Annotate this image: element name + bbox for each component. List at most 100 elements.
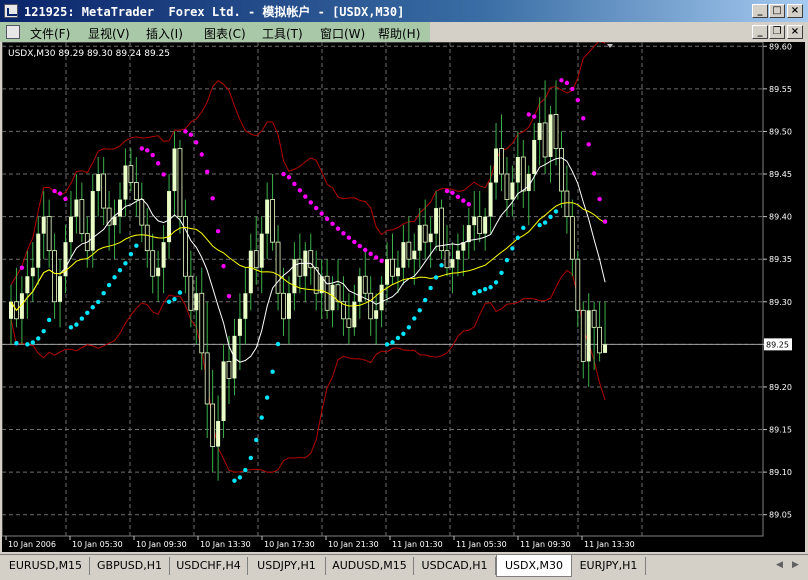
sar-dot [368, 251, 373, 256]
sar-dot [243, 467, 248, 473]
candle-body [281, 292, 286, 320]
menu-view[interactable]: 显视(V) [88, 25, 130, 42]
sar-dot [194, 140, 199, 145]
tab-label: EURJPY,H1 [579, 559, 638, 572]
sar-dot [504, 257, 510, 263]
sar-dot [90, 305, 95, 310]
tab-usdcad-h1[interactable]: USDCAD,H1 [414, 557, 496, 575]
candle-body [374, 310, 379, 319]
sar-dot [428, 285, 433, 291]
candle-body [52, 250, 57, 303]
menu-window[interactable]: 窗口(W) [320, 25, 365, 42]
tab-scroll-right-icon[interactable]: ▶ [792, 560, 799, 570]
price-tick-label: 89.30 [769, 298, 792, 307]
sar-dot [96, 299, 101, 305]
candle-body [297, 258, 303, 277]
sar-dot [444, 188, 450, 194]
sar-dot [581, 116, 586, 121]
menu-insert[interactable]: 插入(I) [146, 25, 183, 42]
sar-dot [466, 202, 471, 207]
candle-body [559, 148, 564, 192]
sar-dot [575, 97, 580, 103]
window-title: 121925: MetaTrader Forex Ltd. - 模拟帐户 - [… [24, 5, 405, 19]
tab-eurusd-m15[interactable]: EURUSD,M15 [2, 557, 90, 575]
menu-tools[interactable]: 工具(T) [262, 25, 303, 42]
candle-body [564, 190, 570, 218]
candle-body [74, 199, 79, 217]
menu-file[interactable]: 文件(F) [30, 25, 70, 42]
minimize-icon[interactable]: _ [752, 4, 768, 18]
candle-body [488, 182, 493, 217]
sar-dot [106, 282, 112, 288]
sar-dot [85, 310, 90, 315]
time-tick-label: 10 Jan 09:30 [136, 540, 187, 549]
tab-gbpusd-h1[interactable]: GBPUSD,H1 [90, 557, 170, 575]
price-chart[interactable]: 89.60 89.55 89.50 89.45 89.40 89.35 89.30 89.25… [1, 40, 805, 552]
doc-close-icon[interactable]: × [787, 25, 803, 39]
sar-dot [363, 247, 368, 253]
sar-dot [128, 251, 134, 257]
sar-dot [52, 188, 57, 194]
tab-scroll-left-icon[interactable]: ◀ [776, 560, 783, 570]
sar-dot [292, 181, 297, 187]
candle-body [101, 173, 107, 209]
sar-dot [423, 297, 428, 303]
candle-body [422, 224, 428, 243]
candle-body [46, 216, 52, 252]
sar-dot [417, 308, 422, 313]
candle-body [243, 293, 248, 319]
sar-dot [112, 275, 117, 280]
tab-label: USDJPY,H1 [257, 559, 316, 572]
candle-body [172, 148, 177, 192]
sar-dot [215, 229, 221, 234]
candle-body [41, 216, 46, 234]
time-tick-label: 11 Jan 05:30 [456, 540, 507, 549]
maximize-icon[interactable]: □ [769, 4, 785, 18]
moving-average-slow [10, 202, 606, 312]
candle-body [450, 259, 455, 268]
menu-charts[interactable]: 图表(C) [204, 25, 246, 42]
sar-dot [117, 267, 123, 273]
sar-dot [232, 478, 237, 483]
doc-restore-icon[interactable]: ❐ [769, 25, 785, 39]
app-icon[interactable] [4, 4, 18, 18]
candle-body [477, 216, 483, 235]
candle-body [161, 242, 166, 268]
price-tick-label: 89.35 [769, 255, 792, 264]
sar-dot [281, 171, 286, 177]
candle-body [580, 309, 586, 362]
sar-dot [330, 221, 335, 227]
candle-body [379, 284, 384, 311]
tab-eurjpy-h1[interactable]: EURJPY,H1 [572, 557, 646, 575]
tab-audusd-m15[interactable]: AUDUSD,M15 [326, 557, 414, 575]
price-tick-label: 89.20 [769, 383, 792, 392]
tab-usdchf-h4[interactable]: USDCHF,H4 [170, 557, 248, 575]
sar-dot [521, 225, 526, 231]
chart-window[interactable]: 89.60 89.55 89.50 89.45 89.40 89.35 89.30 89.25… [1, 40, 805, 552]
candle-body [259, 233, 264, 268]
candles [9, 80, 608, 481]
sar-dot [401, 331, 406, 336]
tab-usdx-m30[interactable]: USDX,M30 [496, 555, 572, 577]
sar-dot [19, 265, 25, 270]
menu-help[interactable]: 帮助(H) [378, 25, 420, 42]
sar-dot [57, 191, 63, 196]
candle-body [237, 318, 242, 336]
candle-body [36, 233, 41, 268]
doc-minimize-icon[interactable]: _ [752, 25, 768, 39]
candle-body [385, 259, 390, 285]
document-icon[interactable] [6, 25, 20, 39]
sar-dot [346, 235, 352, 240]
candle-body [412, 250, 417, 260]
title-bar[interactable]: 121925: MetaTrader Forex Ltd. - 模拟帐户 - [… [0, 0, 808, 22]
sar-dot [455, 194, 461, 199]
tab-usdjpy-h1[interactable]: USDJPY,H1 [248, 557, 326, 575]
candle-body [466, 225, 471, 243]
sar-dot [532, 114, 537, 119]
sar-dot [199, 152, 204, 157]
sar-dot [493, 280, 499, 285]
sar-dot [308, 200, 313, 205]
close-icon[interactable]: × [787, 4, 803, 18]
sar-dot [602, 219, 608, 224]
sar-dot [123, 261, 128, 266]
